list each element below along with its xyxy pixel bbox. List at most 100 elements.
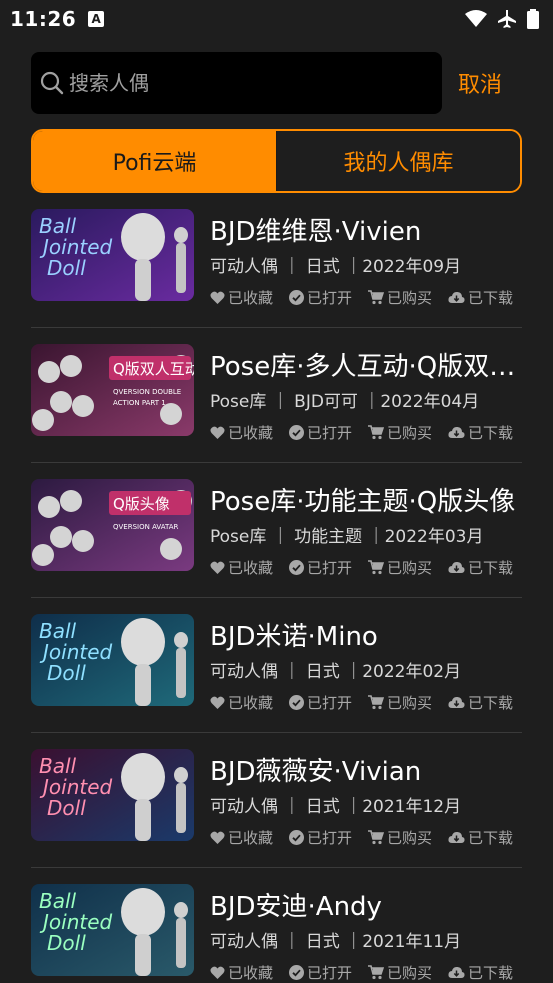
favorited-label: 已收藏: [228, 289, 274, 307]
doll-head: [121, 753, 165, 801]
status-bar: 11:26 A: [0, 0, 553, 38]
item-title: Pose库·功能主题·Q版头像: [210, 487, 516, 517]
cancel-button[interactable]: 取消: [458, 67, 502, 99]
pose-doll-head: [38, 496, 60, 518]
search-row: 取消: [31, 52, 521, 114]
cart-icon: [368, 425, 385, 440]
list-item[interactable]: Ball Jointed Doll BJD安迪·Andy 可动人偶 ｜ 日式 ｜20…: [31, 868, 522, 983]
purchased-label: 已购买: [387, 829, 433, 847]
pose-doll-head: [50, 526, 72, 548]
cloud-download-icon: [448, 291, 465, 303]
doll-body: [135, 259, 151, 301]
item-title: Pose库·多人互动·Q版双人互动: [210, 352, 520, 382]
heart-icon: [210, 966, 225, 979]
favorited-status: 已收藏: [210, 557, 273, 578]
accessibility-a-icon: A: [88, 11, 105, 27]
source-tabs: Pofi云端 我的人偶库: [31, 129, 522, 193]
list-item[interactable]: Q版双人互动 QVERSION DOUBLE ACTION PART 1 Pose库…: [31, 328, 522, 463]
doll-small-body: [176, 783, 186, 833]
purchased-label: 已购买: [387, 424, 433, 442]
airplane-icon: [498, 10, 516, 28]
heart-icon: [210, 696, 225, 709]
list-item[interactable]: Ball Jointed Doll BJD米诺·Mino 可动人偶 ｜ 日式 ｜20…: [31, 598, 522, 733]
thumbnail-text: Doll: [47, 796, 86, 820]
item-meta: 可动人偶 ｜ 日式 ｜2021年12月: [210, 797, 462, 817]
check-circle-icon: [289, 560, 305, 575]
purchased-status: 已购买: [368, 962, 432, 983]
search-box[interactable]: [31, 52, 442, 114]
status-time: 11:26: [10, 7, 77, 31]
cloud-download-icon: [448, 561, 465, 573]
purchased-label: 已购买: [387, 694, 433, 712]
tab-my-doll-library[interactable]: 我的人偶库: [277, 131, 520, 191]
heart-icon: [210, 831, 225, 844]
pose-doll-head: [32, 409, 54, 431]
doll-head: [121, 213, 165, 261]
thumbnail-art: BallJointedDoll: [31, 749, 194, 841]
purchased-label: 已购买: [387, 964, 433, 982]
pose-doll-head: [50, 391, 72, 413]
downloaded-status: 已下载: [448, 422, 513, 443]
battery-icon: [527, 9, 539, 29]
item-title: BJD维维恩·Vivien: [210, 217, 422, 247]
opened-label: 已打开: [307, 424, 353, 442]
thumbnail-text: QVERSION AVATAR: [113, 523, 179, 531]
item-status-row: 已收藏 已打开 已购买 已下载: [210, 692, 513, 713]
favorited-status: 已收藏: [210, 962, 273, 983]
purchased-status: 已购买: [368, 287, 432, 308]
purchased-status: 已购买: [368, 692, 432, 713]
downloaded-status: 已下载: [448, 287, 513, 308]
favorited-status: 已收藏: [210, 422, 273, 443]
search-input[interactable]: [69, 71, 429, 95]
cloud-download-icon: [448, 426, 465, 438]
purchased-status: 已购买: [368, 557, 432, 578]
opened-status: 已打开: [289, 422, 352, 443]
check-circle-icon: [289, 695, 305, 710]
cloud-download-icon: [448, 831, 465, 843]
doll-thumbnail: Ball Jointed Doll: [31, 749, 194, 841]
list-item[interactable]: Ball Jointed Doll BJD薇薇安·Vivian 可动人偶 ｜ 日式 …: [31, 733, 522, 868]
item-meta: 可动人偶 ｜ 日式 ｜2022年09月: [210, 257, 462, 277]
thumbnail-text: Q版头像: [113, 495, 170, 513]
check-circle-icon: [289, 290, 305, 305]
downloaded-label: 已下载: [468, 694, 514, 712]
purchased-status: 已购买: [368, 827, 432, 848]
tab-pofi-cloud[interactable]: Pofi云端: [33, 131, 277, 191]
wifi-icon: [465, 10, 487, 27]
pose-doll-head: [60, 355, 82, 377]
item-meta: 可动人偶 ｜ 日式 ｜2022年02月: [210, 662, 462, 682]
doll-small-head: [174, 767, 188, 783]
item-meta: 可动人偶 ｜ 日式 ｜2021年11月: [210, 932, 462, 952]
doll-small-body: [176, 648, 186, 698]
pose-doll-head: [160, 538, 182, 560]
cart-icon: [368, 965, 385, 980]
thumbnail-text: Q版双人互动: [113, 360, 194, 378]
doll-thumbnail: Ball Jointed Doll: [31, 614, 194, 706]
heart-icon: [210, 561, 225, 574]
favorited-status: 已收藏: [210, 692, 273, 713]
pose-doll-head: [72, 530, 94, 552]
list-item[interactable]: Q版头像 QVERSION AVATAR Pose库·功能主题·Q版头像 Pose…: [31, 463, 522, 598]
doll-small-body: [176, 918, 186, 968]
item-title: BJD米诺·Mino: [210, 622, 378, 652]
item-status-row: 已收藏 已打开 已购买 已下载: [210, 827, 513, 848]
opened-status: 已打开: [289, 827, 352, 848]
favorited-label: 已收藏: [228, 694, 274, 712]
doll-thumbnail: Ball Jointed Doll: [31, 209, 194, 301]
opened-status: 已打开: [289, 692, 352, 713]
opened-status: 已打开: [289, 287, 352, 308]
item-meta: Pose库 ｜ BJD可可 ｜2022年04月: [210, 392, 480, 412]
doll-thumbnail: Q版头像 QVERSION AVATAR: [31, 479, 194, 571]
doll-thumbnail: Ball Jointed Doll: [31, 884, 194, 976]
favorited-label: 已收藏: [228, 964, 274, 982]
doll-list: Ball Jointed Doll BJD维维恩·Vivien 可动人偶 ｜ 日式 …: [31, 193, 522, 983]
downloaded-label: 已下载: [468, 559, 514, 577]
downloaded-label: 已下载: [468, 829, 514, 847]
opened-label: 已打开: [307, 829, 353, 847]
item-status-row: 已收藏 已打开 已购买 已下载: [210, 962, 513, 983]
cart-icon: [368, 560, 385, 575]
pose-doll-head: [72, 395, 94, 417]
opened-label: 已打开: [307, 964, 353, 982]
downloaded-status: 已下载: [448, 557, 513, 578]
list-item[interactable]: Ball Jointed Doll BJD维维恩·Vivien 可动人偶 ｜ 日式 …: [31, 193, 522, 328]
